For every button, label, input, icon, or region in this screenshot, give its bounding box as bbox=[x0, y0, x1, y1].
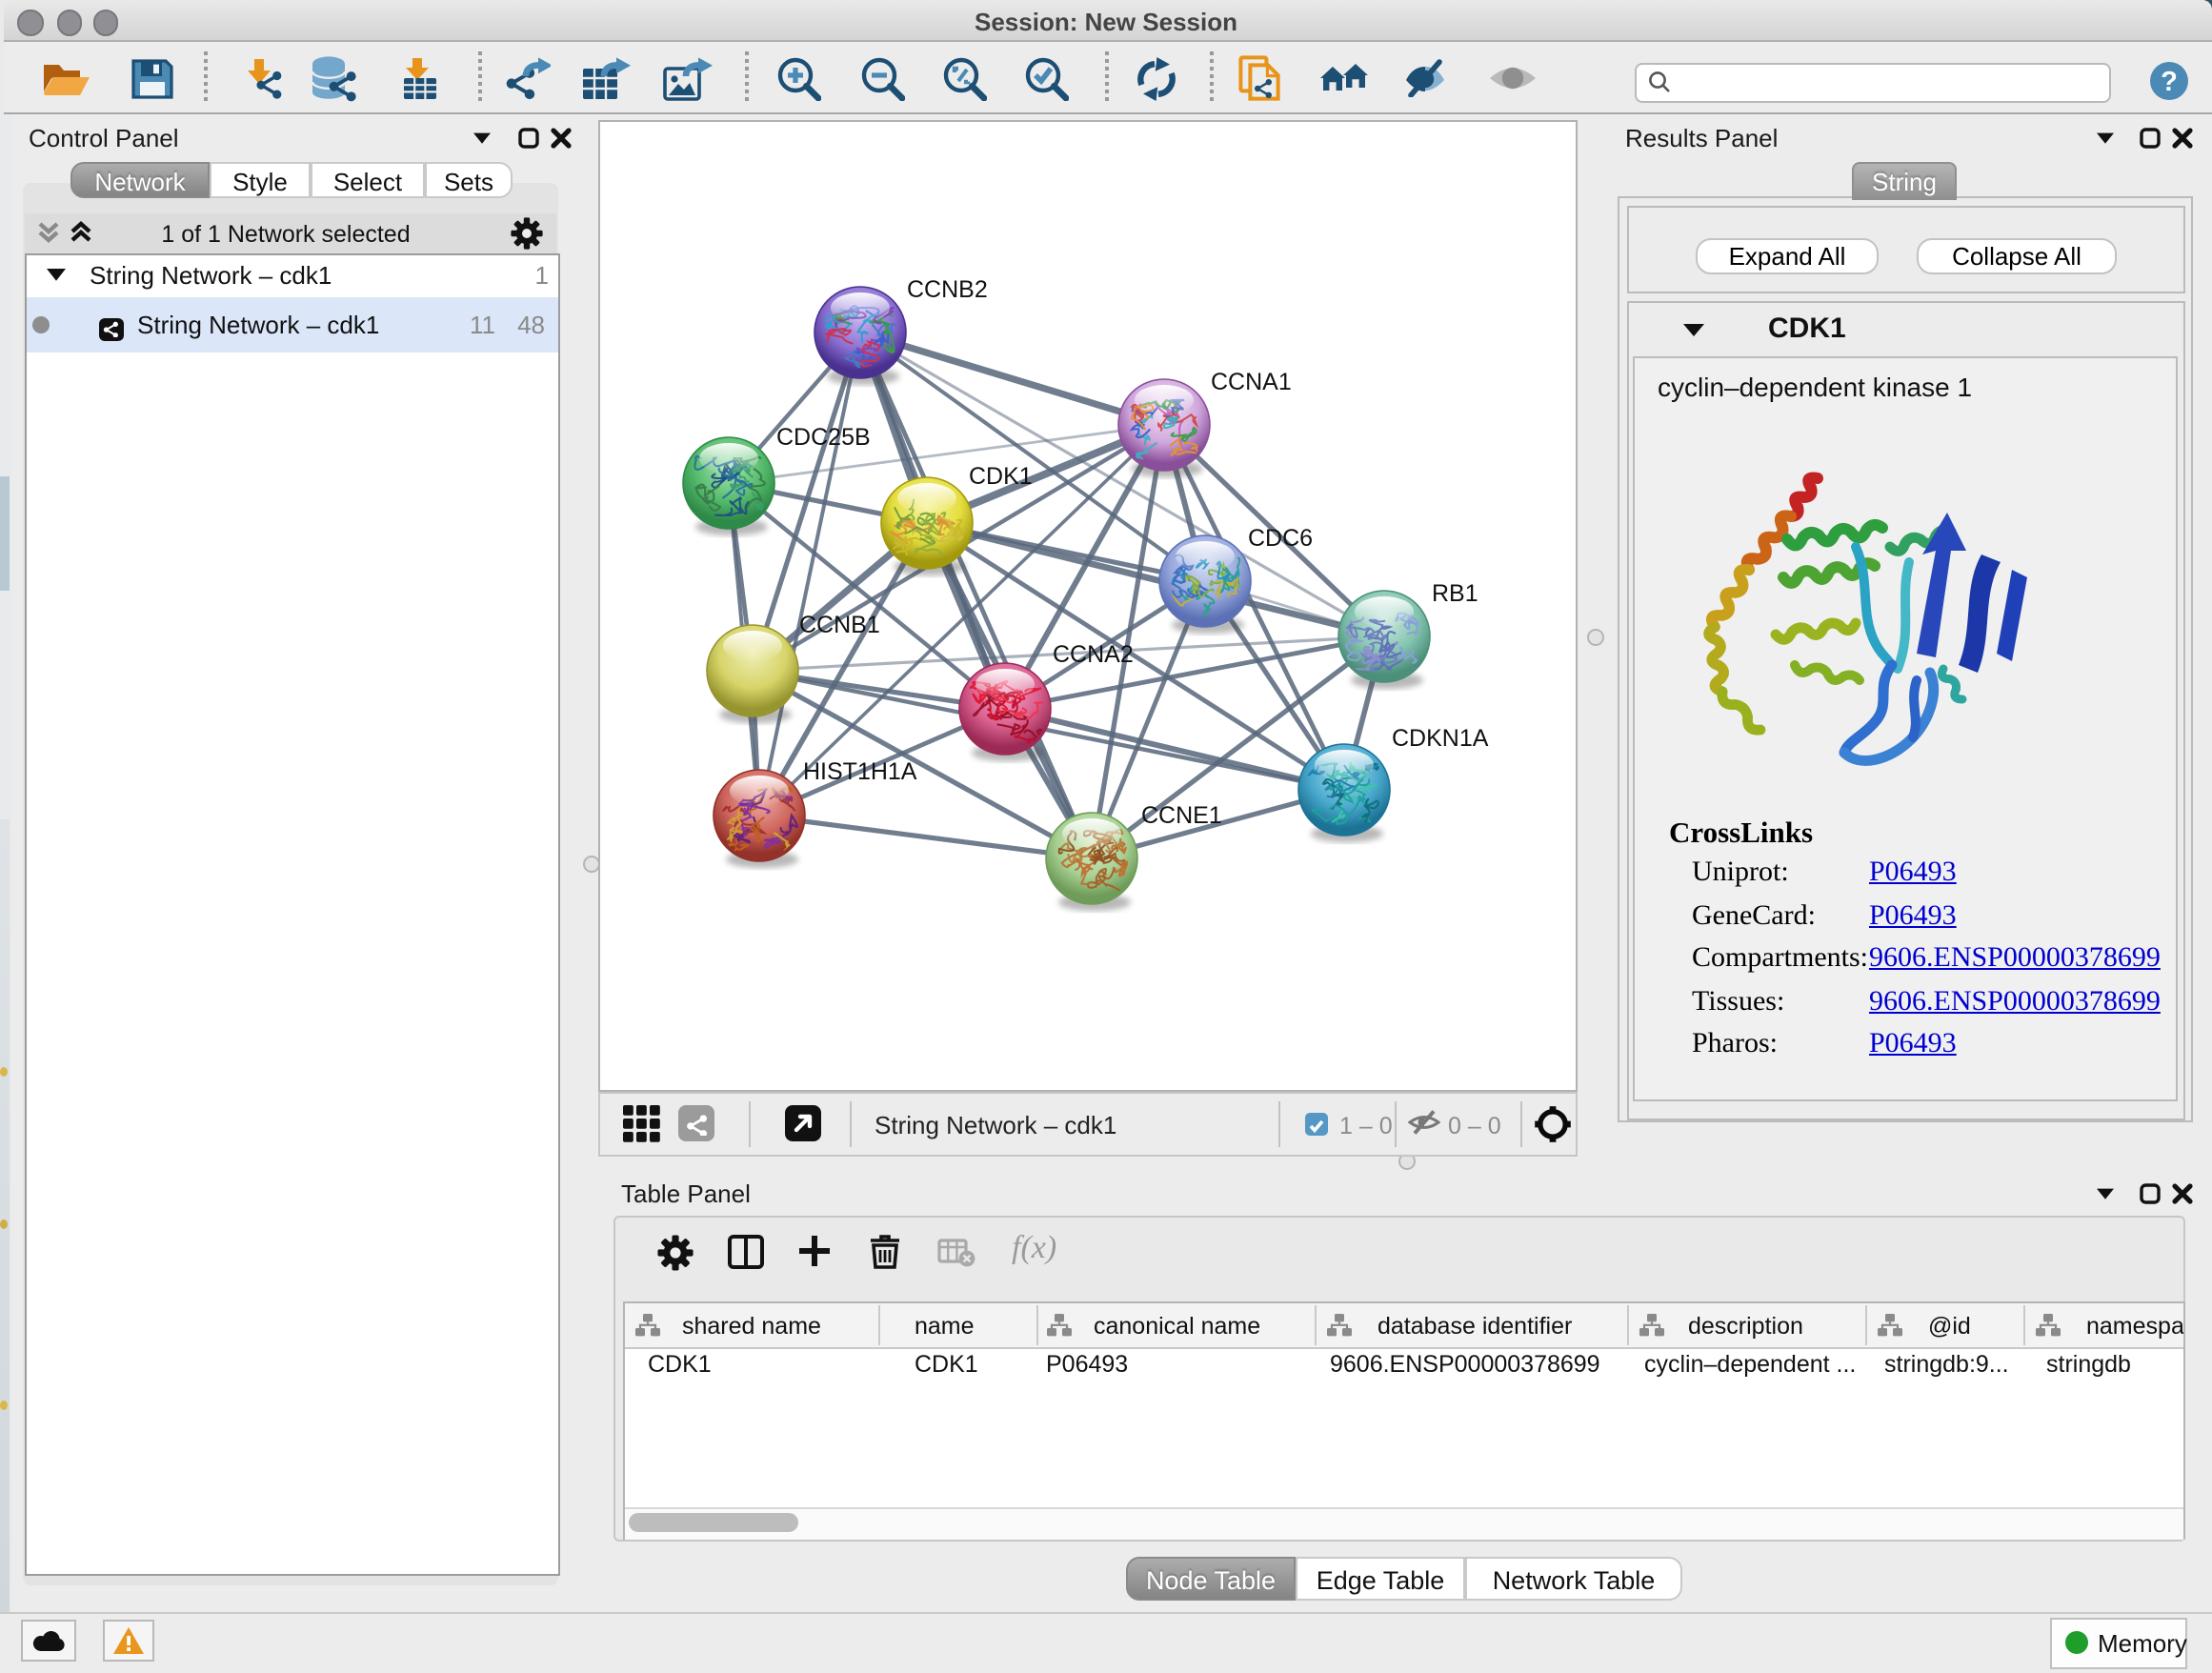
svg-text:CDC6: CDC6 bbox=[1248, 525, 1313, 552]
svg-text:?: ? bbox=[2161, 67, 2178, 97]
svg-text:CDKN1A: CDKN1A bbox=[1392, 725, 1489, 752]
svg-text:CCNB2: CCNB2 bbox=[907, 276, 988, 303]
svg-text:CCNA1: CCNA1 bbox=[1211, 369, 1292, 395]
svg-text:RB1: RB1 bbox=[1432, 580, 1478, 607]
svg-text:HIST1H1A: HIST1H1A bbox=[803, 758, 917, 785]
svg-text:CDC25B: CDC25B bbox=[776, 424, 871, 451]
svg-text:CCNE1: CCNE1 bbox=[1141, 802, 1222, 829]
svg-text:CDK1: CDK1 bbox=[969, 463, 1033, 490]
svg-text:CCNB1: CCNB1 bbox=[799, 612, 880, 638]
svg-text:CCNA2: CCNA2 bbox=[1053, 641, 1134, 668]
